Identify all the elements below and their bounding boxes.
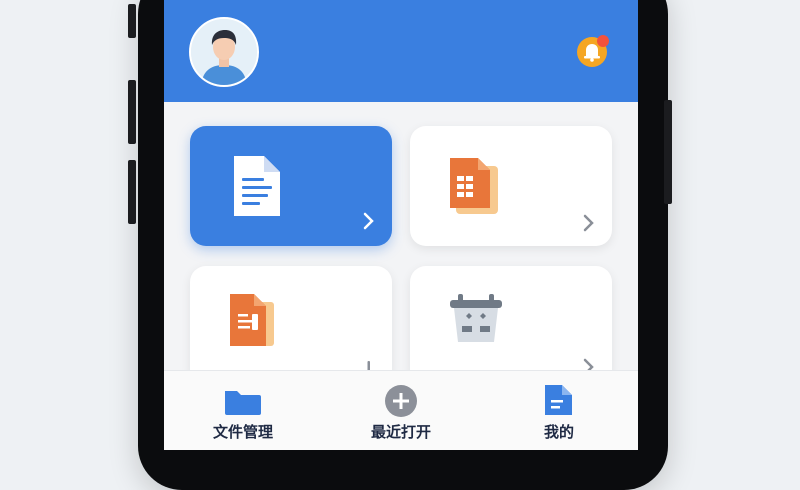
calendar-basket-icon	[450, 294, 502, 342]
plus-circle-icon	[385, 385, 417, 417]
app-header	[164, 0, 638, 102]
phone-power-button	[664, 100, 672, 204]
notification-button[interactable]	[576, 34, 610, 68]
spreadsheet-icon	[450, 158, 498, 214]
presentation-icon	[230, 294, 274, 346]
tile-spreadsheet[interactable]	[410, 126, 612, 246]
nav-recent-label: 最近打开	[370, 423, 431, 441]
phone-volume-up-button	[128, 80, 136, 144]
nav-recent[interactable]: 最近打开	[322, 371, 480, 450]
nav-file-management-label: 文件管理	[212, 423, 273, 441]
chevron-right-icon	[583, 214, 594, 232]
phone-side-button-top	[128, 4, 136, 38]
chevron-right-icon	[363, 212, 374, 230]
tile-presentation[interactable]	[190, 266, 392, 386]
phone-volume-down-button	[128, 160, 136, 224]
tile-calendar-basket[interactable]	[410, 266, 612, 386]
bottom-nav: 文件管理 最近打开 我的	[164, 370, 638, 450]
user-avatar-icon	[191, 19, 257, 85]
user-avatar[interactable]	[189, 17, 259, 87]
tile-document[interactable]	[190, 126, 392, 246]
folder-icon	[225, 391, 261, 415]
notification-badge	[597, 35, 609, 47]
nav-mine[interactable]: 我的	[480, 371, 638, 450]
profile-doc-icon	[545, 385, 572, 415]
document-icon	[234, 156, 280, 216]
app-screen: 文件管理 最近打开 我的	[164, 0, 638, 450]
bell-icon	[577, 35, 609, 67]
nav-file-management[interactable]: 文件管理	[164, 371, 322, 450]
nav-mine-label: 我的	[543, 423, 574, 441]
